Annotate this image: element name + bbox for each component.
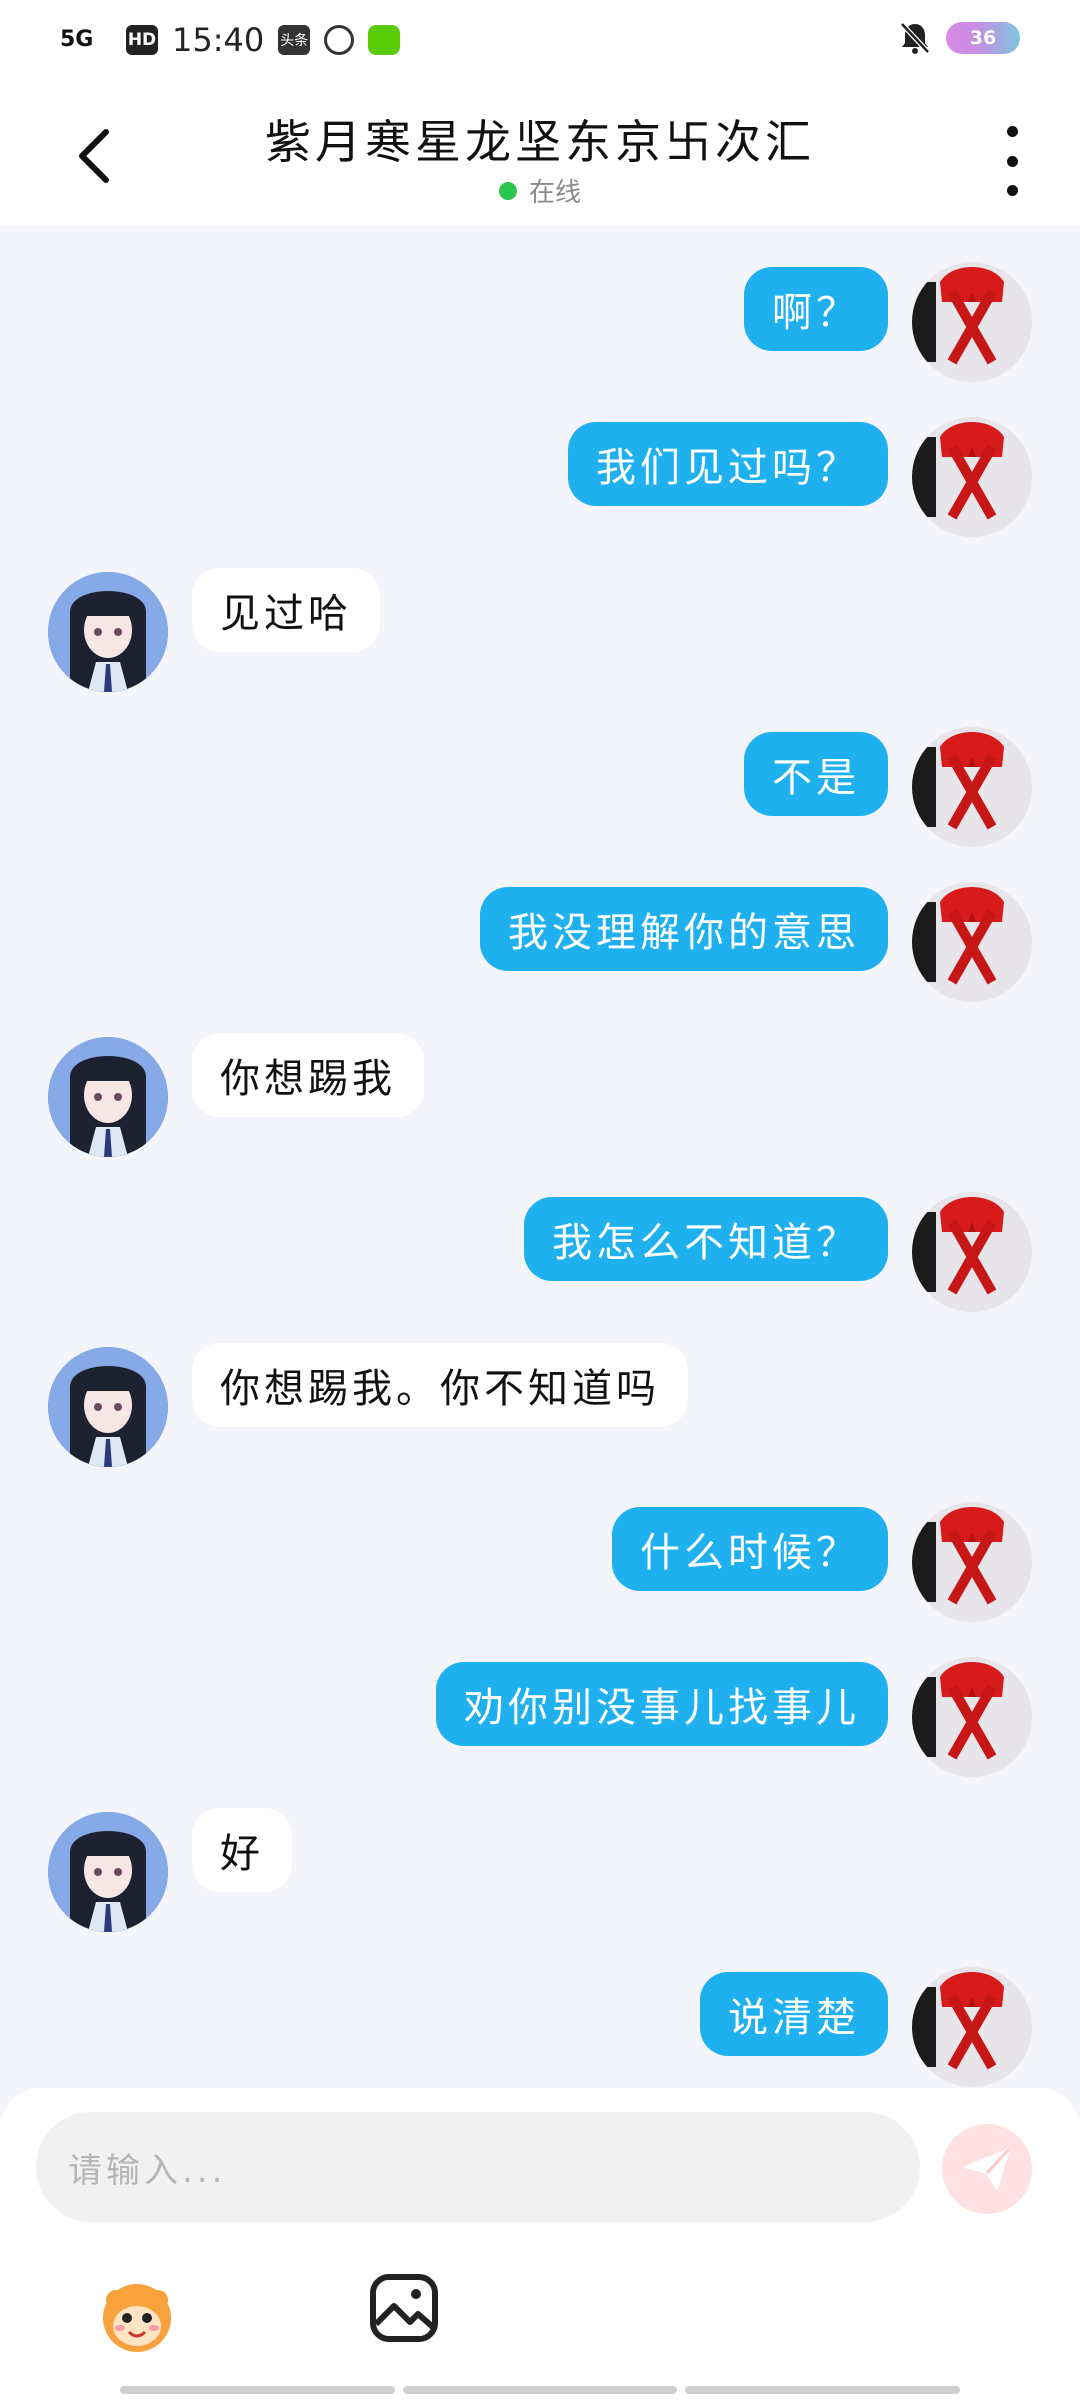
message-row-outgoing: 我怎么不知道？ — [0, 1192, 1080, 1316]
status-right: 36 — [898, 20, 1020, 56]
online-status: 在线 — [0, 172, 1080, 209]
outgoing-message-bubble[interactable]: 啊？ — [744, 267, 888, 351]
emoji-button[interactable] — [92, 2270, 182, 2360]
more-dot-icon — [1006, 126, 1018, 137]
composer-panel: 请输入... — [0, 2088, 1080, 2400]
incoming-message-bubble[interactable]: 你想踢我 — [192, 1033, 424, 1117]
outgoing-message-bubble[interactable]: 劝你别没事儿找事儿 — [436, 1662, 888, 1746]
outgoing-message-bubble[interactable]: 我们见过吗？ — [568, 422, 888, 506]
online-dot-icon — [498, 181, 517, 200]
message-row-outgoing: 我们见过吗？ — [0, 417, 1080, 541]
my-avatar[interactable] — [912, 417, 1032, 537]
message-row-incoming: 好 — [0, 1808, 1080, 1936]
chat-header: 紫月寒星龙坚东京卐次汇 在线 — [0, 80, 1080, 226]
nav-segment — [685, 2386, 961, 2394]
message-row-outgoing: 我没理解你的意思 — [0, 882, 1080, 1006]
battery-indicator: 36 — [946, 22, 1020, 54]
message-row-outgoing: 说清楚 — [0, 1967, 1080, 2091]
message-row-outgoing: 不是 — [0, 727, 1080, 851]
outgoing-message-bubble[interactable]: 不是 — [744, 732, 888, 816]
my-avatar[interactable] — [912, 882, 1032, 1002]
outgoing-message-bubble[interactable]: 我怎么不知道？ — [524, 1197, 888, 1281]
status-bar: 5G HD 15:40 头条 36 — [0, 0, 1080, 80]
more-dot-icon — [1006, 155, 1018, 167]
hd-badge: HD — [126, 25, 158, 55]
message-row-incoming: 你想踢我。你不知道吗 — [0, 1343, 1080, 1471]
mute-bell-icon — [898, 20, 932, 56]
incoming-message-bubble[interactable]: 见过哈 — [192, 568, 380, 652]
message-row-incoming: 你想踢我 — [0, 1033, 1080, 1161]
my-avatar[interactable] — [912, 1967, 1032, 2087]
duolingo-icon — [368, 25, 401, 55]
network-indicator: 5G — [60, 29, 112, 51]
app-ring-icon — [324, 25, 355, 55]
toutiao-icon: 头条 — [278, 25, 311, 55]
bot-avatar[interactable] — [48, 572, 168, 692]
online-status-text: 在线 — [528, 178, 581, 208]
outgoing-message-bubble[interactable]: 我没理解你的意思 — [480, 887, 888, 971]
outgoing-message-bubble[interactable]: 什么时候？ — [612, 1507, 888, 1591]
system-nav-bar — [120, 2386, 961, 2394]
nav-segment — [120, 2386, 395, 2394]
chat-title: 紫月寒星龙坚东京卐次汇 — [265, 115, 815, 169]
my-avatar[interactable] — [912, 1192, 1032, 1312]
message-row-incoming: 见过哈 — [0, 568, 1080, 696]
message-input[interactable]: 请输入... — [36, 2112, 920, 2222]
more-options-button[interactable] — [992, 126, 1032, 196]
my-avatar[interactable] — [912, 1502, 1032, 1622]
message-row-outgoing: 劝你别没事儿找事儿 — [0, 1657, 1080, 1781]
send-icon — [964, 2147, 1011, 2190]
incoming-message-bubble[interactable]: 你想踢我。你不知道吗 — [192, 1343, 688, 1427]
my-avatar[interactable] — [912, 262, 1032, 382]
more-dot-icon — [1006, 185, 1018, 196]
my-avatar[interactable] — [912, 727, 1032, 847]
status-left: 5G HD 15:40 头条 — [60, 18, 401, 62]
outgoing-message-bubble[interactable]: 说清楚 — [700, 1972, 888, 2056]
bot-avatar[interactable] — [48, 1347, 168, 1467]
message-row-outgoing: 什么时候？ — [0, 1502, 1080, 1626]
my-avatar[interactable] — [912, 1657, 1032, 1777]
status-time: 15:40 — [172, 21, 265, 59]
emoji-mascot-icon — [103, 2284, 171, 2352]
network-label: 5G — [60, 27, 94, 52]
image-button[interactable] — [368, 2272, 440, 2344]
nav-segment — [402, 2386, 678, 2394]
image-icon — [370, 2274, 438, 2342]
send-button[interactable] — [942, 2124, 1032, 2214]
bot-avatar[interactable] — [48, 1037, 168, 1157]
incoming-message-bubble[interactable]: 好 — [192, 1808, 292, 1892]
message-row-outgoing: 啊？ — [0, 262, 1080, 386]
bot-avatar[interactable] — [48, 1812, 168, 1932]
